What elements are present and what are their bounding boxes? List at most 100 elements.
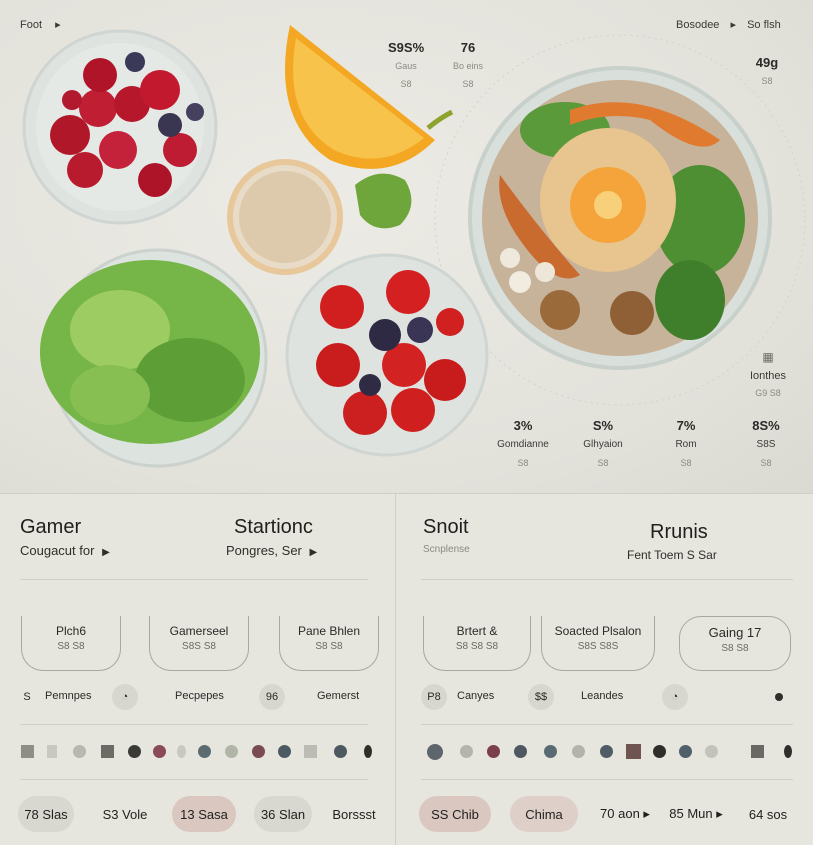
divider: [20, 579, 368, 580]
card-title: Gaing 17: [708, 625, 762, 640]
circle-icon[interactable]: [278, 745, 291, 758]
circle-icon[interactable]: [460, 745, 473, 758]
pill-button[interactable]: 78 Slas: [18, 796, 74, 832]
circle-icon[interactable]: [73, 745, 86, 758]
stat-card[interactable]: Gamerseel S8S S8: [149, 616, 249, 671]
metric-label: S8S: [756, 439, 776, 450]
metric-sub: S8: [760, 458, 772, 468]
divider: [20, 779, 368, 780]
circle-icon[interactable]: [775, 693, 783, 701]
chip-label[interactable]: Gemerst: [317, 690, 359, 702]
card-title: Plch6: [55, 624, 87, 638]
chip-label[interactable]: Pemnpes: [45, 690, 91, 702]
square-icon[interactable]: [47, 745, 57, 758]
stat-card[interactable]: Gaing 17 S8 S8: [679, 616, 791, 671]
circle-icon[interactable]: [177, 745, 186, 758]
metric-label: Gomdianne: [497, 439, 549, 450]
header-right[interactable]: Bosodee ▸ So flsh: [676, 18, 781, 31]
card-title: Gamerseel: [169, 624, 229, 638]
panel-divider: [395, 494, 396, 845]
chevron-right-icon: ▸: [730, 19, 737, 31]
divider: [20, 724, 368, 725]
lettuce-bowl: [40, 248, 268, 468]
stat-card[interactable]: Soacted Plsalon S8S S8S: [541, 616, 655, 671]
chip-icon[interactable]: ◔: [112, 684, 138, 710]
section-subtitle-link[interactable]: Pongres, Ser ▶: [226, 543, 317, 558]
metric-1: 3% Gomdianne S8: [492, 418, 554, 468]
chip-label[interactable]: Pecpepes: [175, 690, 224, 702]
circle-icon[interactable]: [653, 745, 666, 758]
side-info[interactable]: ▦ Ionthes G9 S8: [744, 350, 792, 398]
circle-icon[interactable]: [514, 745, 527, 758]
circle-icon[interactable]: [705, 745, 718, 758]
food-hero: Foot ▸ Bosodee ▸ So flsh S9S% Gaus S8 76…: [0, 0, 813, 493]
circle-icon[interactable]: [252, 745, 265, 758]
dashboard-panel: Gamer Cougacut for ▶ Startionc Pongres, …: [0, 493, 813, 845]
square-icon[interactable]: [304, 745, 317, 758]
chip-icon[interactable]: ◔: [662, 684, 688, 710]
square-icon[interactable]: [626, 744, 641, 759]
divider: [421, 579, 793, 580]
stat-card[interactable]: Brtert & S8 S8 S8: [423, 616, 531, 671]
metric-2: S% Glhyaion S8: [572, 418, 634, 468]
metric-value: 8S%: [752, 418, 780, 433]
chip-icon[interactable]: $$: [528, 684, 554, 710]
pill-button[interactable]: Chima: [510, 796, 578, 832]
circle-icon[interactable]: [364, 745, 372, 758]
circle-icon[interactable]: [679, 745, 692, 758]
card-sub: S8 S8: [315, 641, 343, 652]
stat-card[interactable]: Pane Bhlen S8 S8: [279, 616, 379, 671]
square-icon[interactable]: [21, 745, 34, 758]
section-subtitle: Fent Toem S Sar: [627, 548, 717, 562]
pill-button[interactable]: 13 Sasa: [172, 796, 236, 832]
circle-icon[interactable]: [600, 745, 613, 758]
chip-icon[interactable]: P8: [421, 684, 447, 710]
chip-icon[interactable]: 96: [259, 684, 285, 710]
circle-icon[interactable]: [153, 745, 166, 758]
header-right-label-2: So flsh: [747, 19, 781, 31]
card-sub: S8S S8: [182, 641, 216, 652]
pill-button[interactable]: SS Chib: [419, 796, 491, 832]
stat-a: S9S% Gaus S8: [388, 40, 424, 89]
card-sub: S8 S8: [57, 641, 85, 652]
metric-label: Glhyaion: [583, 439, 623, 450]
circle-icon[interactable]: [334, 745, 347, 758]
card-title: Pane Bhlen: [297, 624, 361, 638]
side-info-sub: G9 S8: [755, 388, 781, 398]
circle-icon[interactable]: [572, 745, 585, 758]
divider: [421, 779, 793, 780]
circle-icon[interactable]: [487, 745, 500, 758]
chip-label[interactable]: Canyes: [457, 690, 494, 702]
circle-icon[interactable]: [225, 745, 238, 758]
pill-button[interactable]: 64 sos: [740, 796, 796, 832]
chip-icon[interactable]: S: [14, 684, 40, 710]
circle-icon[interactable]: [784, 745, 792, 758]
pill-button[interactable]: S3 Vole: [94, 796, 156, 832]
stat-sub: S8: [761, 76, 773, 86]
stat-sub: S8: [462, 79, 474, 89]
card-sub: S8 S8 S8: [455, 641, 499, 652]
circle-icon[interactable]: [128, 745, 141, 758]
stat-card[interactable]: Plch6 S8 S8: [21, 616, 121, 671]
stat-value: S9S%: [388, 40, 425, 55]
square-icon[interactable]: [101, 745, 114, 758]
stat-value: 76: [460, 40, 476, 55]
greens-leaf: [355, 173, 412, 229]
pill-button[interactable]: Borssst: [324, 796, 384, 832]
circle-icon[interactable]: [198, 745, 211, 758]
metric-value: S%: [592, 418, 614, 433]
header-left[interactable]: Foot ▸: [20, 18, 61, 31]
circle-icon[interactable]: [427, 744, 443, 760]
stat-label: Gaus: [395, 61, 417, 71]
section-subtitle-link[interactable]: Cougacut for ▶: [20, 543, 110, 558]
pill-button[interactable]: 85 Mun ▸: [664, 796, 728, 832]
pill-button[interactable]: 70 aon ▸: [594, 796, 656, 832]
metric-label: Rom: [675, 439, 697, 450]
chip-label[interactable]: Leandes: [581, 690, 623, 702]
chevron-right-icon: ▸: [55, 19, 61, 31]
square-icon[interactable]: [751, 745, 764, 758]
section-subtitle: Scnplense: [423, 544, 470, 555]
pill-button[interactable]: 36 Slan: [254, 796, 312, 832]
circle-icon[interactable]: [544, 745, 557, 758]
stat-c: 49g S8: [752, 55, 782, 86]
